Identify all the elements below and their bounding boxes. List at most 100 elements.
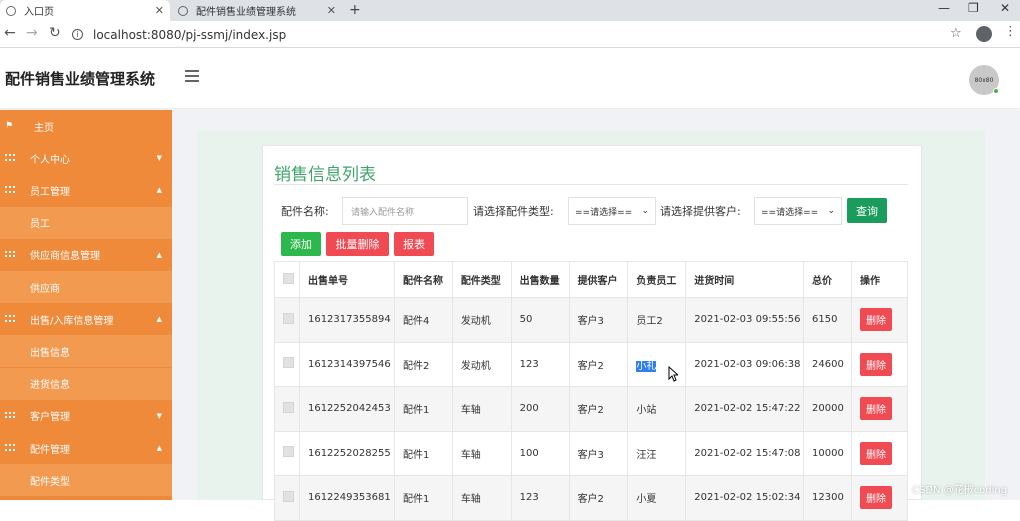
cell-staff-text: 员工2 [636,316,663,328]
delete-button[interactable]: 删除 [860,308,893,332]
cell-name: 配件2 [393,341,453,387]
sidebar-item-5[interactable]: 供应商 [0,271,172,303]
delete-button[interactable]: 删除 [860,486,893,510]
part-name-placeholder: 请输入配件名称 [351,207,415,218]
cell-customer: 客户3 [568,297,629,343]
tab-entry-page[interactable]: 入口页 ✕ [0,0,170,21]
cell-id-text: 1612314397546 [307,358,391,370]
cell-total-text: 10000 [812,447,844,459]
caret-up-icon: ▲ [156,315,162,324]
cell-type-text: 车轴 [460,449,481,461]
row-select-cell [274,297,300,343]
delete-button[interactable]: 删除 [860,397,893,421]
sidebar-item-8[interactable]: 进货信息 [0,367,172,400]
sidebar-item-7[interactable]: 出售信息 [0,335,172,368]
row-checkbox[interactable] [283,401,294,413]
report-button[interactable]: 报表 [394,232,434,256]
part-name-input[interactable]: 请输入配件名称 [342,197,468,225]
cell-name: 配件1 [393,386,453,432]
sidebar-item-label: 配件类型 [30,476,70,488]
sidebar-item-10[interactable]: 配件管理 ▲ [0,432,172,464]
url-field[interactable]: i localhost:8080/pj-ssmj/index.jsp [72,25,972,44]
tab-sales-system[interactable]: 配件销售业绩管理系统 ✕ [172,0,342,21]
delete-button[interactable]: 删除 [860,441,893,465]
new-tab-button[interactable]: + [349,2,361,18]
sidebar-item-3[interactable]: 员工 [0,206,172,239]
table-row: 1612314397546 配件2 发动机 123 客户2 小礼 2021-02-03 09… [274,341,908,387]
close-icon[interactable]: ✕ [327,4,336,17]
cell-time: 2021-02-02 15:02:34 [685,475,805,521]
table-row: 1612249353681 配件1 车轴 123 客户2 小夏 2021-02-02 15:… [274,475,908,521]
cell-time: 2021-02-02 15:47:08 [685,430,805,476]
forward-arrow-icon[interactable]: → [26,25,38,41]
globe-icon [6,5,16,16]
sidebar-item-6[interactable]: 出售/入库信息管理 ▲ [0,303,172,336]
cell-type: 发动机 [451,341,512,387]
cell-name-text: 配件2 [402,360,430,372]
cell-total-text: 24600 [812,358,844,370]
row-checkbox[interactable] [283,312,294,324]
cell-qty: 123 [510,341,570,387]
menu-dots-icon[interactable]: ⋮ [1004,24,1017,39]
sidebar-item-2[interactable]: 员工管理 ▲ [0,174,172,207]
globe-icon [178,5,188,16]
window-close-icon[interactable]: ✕ [1000,1,1010,15]
sales-table: 出售单号 配件名称 配件类型 出售数量 提供客户 负责员工 进货时间 总价 操作… [274,261,908,521]
cell-staff-text: 小站 [636,405,657,417]
cell-time: 2021-02-03 09:55:56 [685,297,805,343]
caret-up-icon: ▲ [156,444,162,452]
restore-icon[interactable]: ❐ [968,1,979,15]
cell-qty: 50 [510,297,570,343]
batch-delete-button[interactable]: 批量删除 [326,232,389,256]
info-icon[interactable]: i [72,29,83,40]
sidebar-item-label: 主页 [34,122,54,134]
part-type-value: ==请选择== [575,207,633,218]
reload-icon[interactable]: ↻ [49,25,61,41]
cell-id: 1612314397546 [298,341,395,387]
select-all-checkbox[interactable] [283,272,294,284]
cell-customer: 客户2 [568,386,629,432]
back-arrow-icon[interactable]: ← [4,25,16,41]
cell-qty-text: 123 [519,492,539,504]
row-checkbox[interactable] [283,446,294,458]
row-select-cell [274,341,300,387]
grid-icon [5,186,15,194]
sidebar-item-11[interactable]: 配件类型 [0,464,172,497]
close-icon[interactable]: ✕ [155,4,164,17]
profile-icon[interactable] [976,26,992,42]
row-checkbox[interactable] [283,357,294,369]
cell-actions: 删除 [851,430,908,476]
row-checkbox[interactable] [283,490,294,502]
cell-staff: 小夏 [627,475,687,521]
query-button[interactable]: 查询 [847,198,887,223]
minimize-icon[interactable]: — [938,1,950,15]
cell-time-text: 2021-02-02 15:02:34 [694,492,801,504]
cell-id: 1612252028255 [298,430,395,476]
part-type-select[interactable]: ==请选择== ⌄ [568,197,656,225]
cell-customer-text: 客户2 [577,405,604,417]
cell-staff-text: 汪汪 [636,449,657,461]
cell-type-text: 车轴 [460,405,481,417]
sidebar-item-1[interactable]: 个人中心 ▼ [0,142,172,175]
cell-customer-text: 客户3 [577,316,604,328]
col-header: 进货时间 [685,261,805,298]
tab-title: 入口页 [24,7,54,18]
customer-select[interactable]: ==请选择== ⌄ [754,197,842,225]
table-row: 1612317355894 配件4 发动机 50 客户3 员工2 2021-02-03 09… [274,297,908,343]
cell-id-text: 1612249353681 [307,492,391,504]
sidebar-item-0[interactable]: ⚑ 主页 [0,110,172,142]
sidebar-item-9[interactable]: 客户管理 ▼ [0,399,172,432]
hamburger-icon[interactable] [185,70,199,85]
sidebar-item-label: 员工管理 [30,186,70,198]
star-icon[interactable]: ☆ [950,26,962,41]
add-button[interactable]: 添加 [281,232,321,256]
row-select-cell [274,430,300,476]
sidebar-item-4[interactable]: 供应商信息管理 ▲ [0,238,172,271]
cell-actions: 删除 [851,341,908,387]
sidebar-item-label: 员工 [30,219,50,231]
address-bar: ← → ↻ i localhost:8080/pj-ssmj/index.jsp… [0,21,1020,48]
col-header: 出售单号 [298,261,395,298]
cell-type: 车轴 [451,475,512,521]
cell-customer: 客户2 [568,341,629,387]
delete-button[interactable]: 删除 [860,352,893,376]
